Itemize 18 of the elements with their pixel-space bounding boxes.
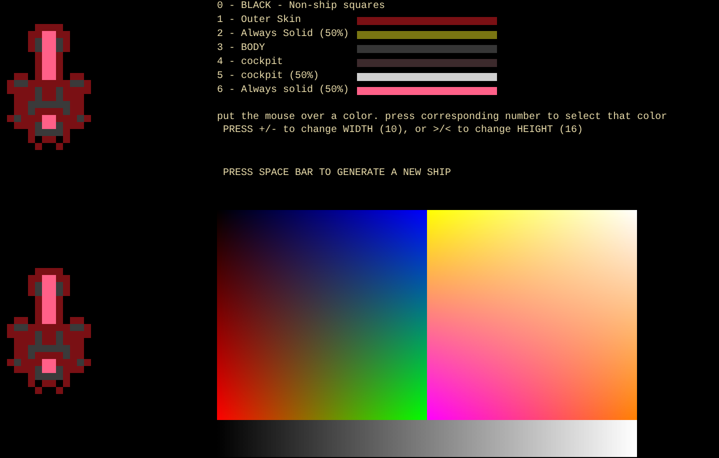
legend-label: 5 - cockpit (50%) — [217, 70, 320, 84]
color-gradient[interactable] — [427, 210, 637, 420]
color-swatch[interactable] — [357, 73, 497, 81]
legend-label: 6 - Always solid (50%) — [217, 84, 350, 98]
color-swatch[interactable] — [357, 87, 497, 95]
legend-label: 2 - Always Solid (50%) — [217, 28, 350, 42]
legend-label: 4 - cockpit — [217, 56, 284, 70]
color-swatch[interactable] — [357, 31, 497, 39]
color-swatch[interactable] — [357, 45, 497, 53]
color-swatch[interactable] — [357, 59, 497, 67]
color-gradient[interactable] — [217, 210, 427, 420]
legend-label: 3 - BODY — [217, 42, 266, 56]
instruction-text: PRESS +/- to change WIDTH (10), or >/< to change HEIGHT (16) — [222, 124, 584, 137]
color-swatch[interactable] — [357, 17, 497, 25]
legend-label: 0 - BLACK - Non-ship squares — [217, 0, 386, 14]
legend-label: 1 - Outer Skin — [217, 14, 302, 28]
prompt-text: PRESS SPACE BAR TO GENERATE A NEW SHIP — [222, 167, 452, 180]
instruction-text: put the mouse over a color. press corresponding number to select that color — [217, 111, 668, 124]
